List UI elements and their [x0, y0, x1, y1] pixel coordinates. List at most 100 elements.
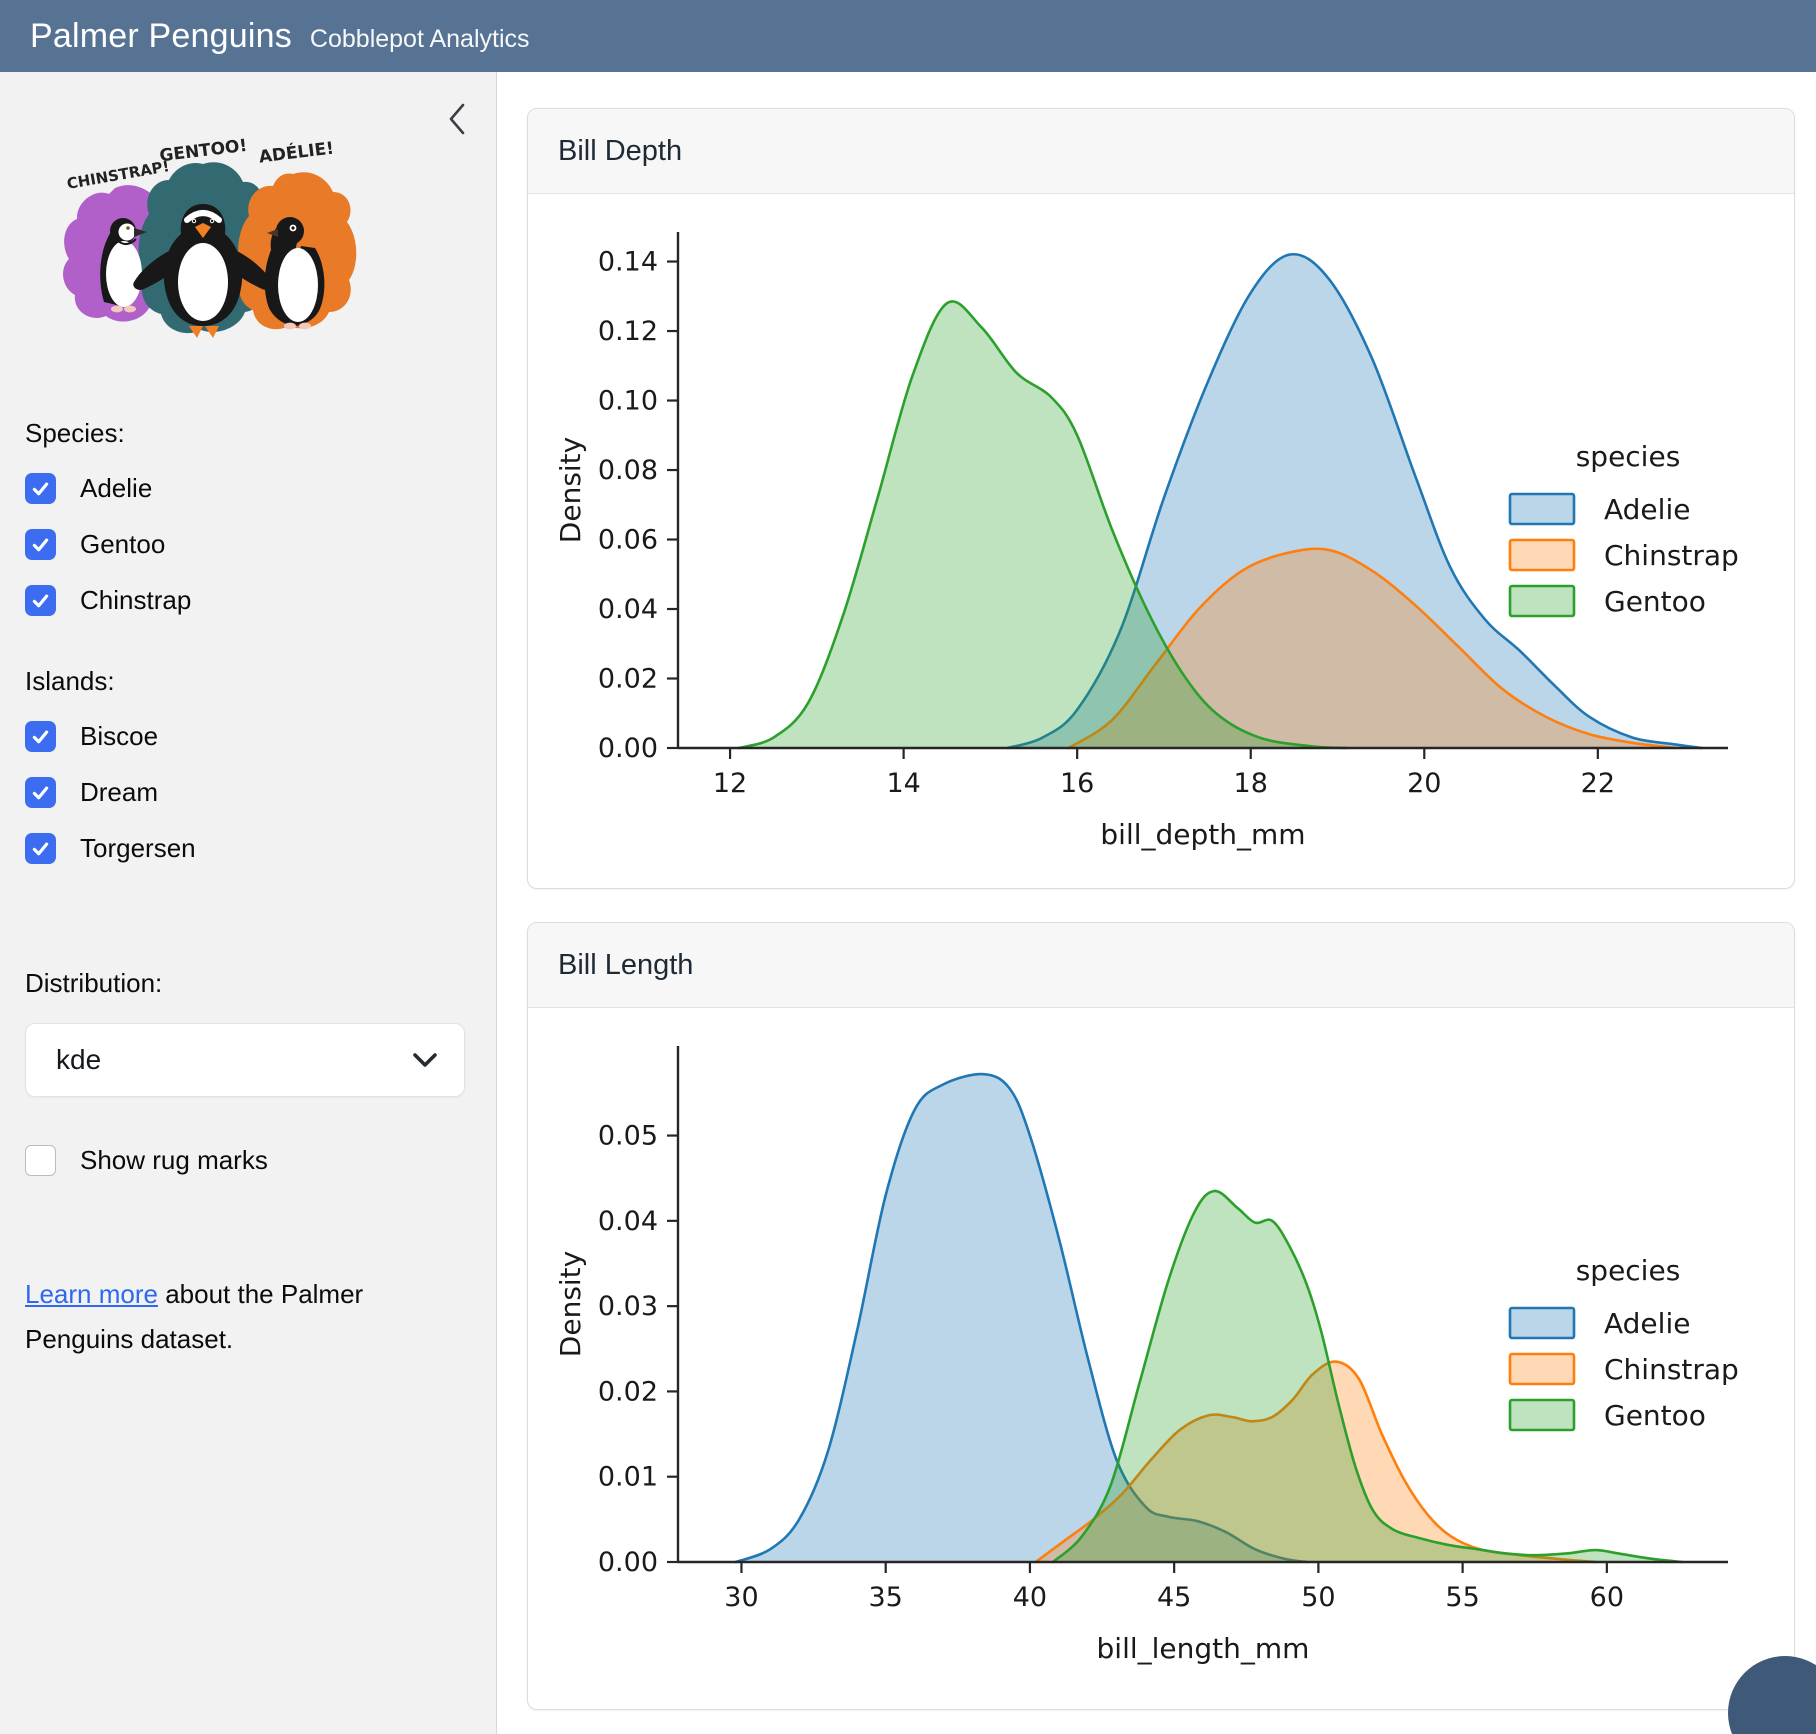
y-tick-label: 0.02	[598, 1376, 658, 1407]
legend-label-gentoo: Gentoo	[1604, 585, 1706, 618]
dream-checkbox[interactable]	[25, 777, 56, 808]
sidebar: CHINSTRAP! GENTOO! ADÉLIE! Species: Adel…	[0, 72, 497, 1734]
legend-label-chinstrap: Chinstrap	[1604, 539, 1739, 572]
check-icon	[30, 726, 51, 747]
y-axis-label: Density	[554, 1251, 587, 1357]
legend-swatch-adelie	[1510, 494, 1574, 524]
checkbox-row-torgersen: Torgersen	[25, 833, 496, 864]
y-tick-label: 0.05	[598, 1121, 658, 1152]
y-tick-label: 0.08	[598, 455, 658, 486]
legend: speciesAdelieChinstrapGentoo	[1510, 440, 1739, 618]
app-header: Palmer Penguins Cobblepot Analytics	[0, 0, 1816, 72]
learn-more-text: Learn more about the Palmer Penguins dat…	[25, 1272, 397, 1362]
y-tick-label: 0.01	[598, 1462, 658, 1493]
x-tick-label: 20	[1407, 768, 1441, 799]
checkbox-row-gentoo: Gentoo	[25, 529, 496, 560]
x-tick-label: 50	[1301, 1582, 1335, 1613]
bill-length-card: Bill Length 303540455055600.000.010.020.…	[527, 922, 1795, 1710]
adelie-checkbox-label: Adelie	[80, 473, 152, 504]
islands-checkbox-group: Biscoe Dream Torgersen	[25, 721, 496, 864]
y-tick-label: 0.02	[598, 664, 658, 695]
x-axis-label: bill_depth_mm	[1100, 818, 1305, 851]
gentoo-splash-label: GENTOO!	[158, 136, 248, 167]
legend-label-chinstrap: Chinstrap	[1604, 1353, 1739, 1386]
y-tick-label: 0.04	[598, 594, 658, 625]
chinstrap-checkbox-label: Chinstrap	[80, 585, 191, 616]
legend-label-gentoo: Gentoo	[1604, 1399, 1706, 1432]
chevron-left-icon	[446, 101, 468, 137]
y-tick-label: 0.10	[598, 386, 658, 417]
distribution-select[interactable]: kde	[25, 1023, 465, 1097]
legend-swatch-gentoo	[1510, 1400, 1574, 1430]
checkbox-row-chinstrap: Chinstrap	[25, 585, 496, 616]
species-group-label: Species:	[25, 418, 496, 449]
legend-title: species	[1576, 440, 1681, 473]
islands-group-label: Islands:	[25, 666, 496, 697]
torgersen-checkbox[interactable]	[25, 833, 56, 864]
x-tick-label: 40	[1013, 1582, 1047, 1613]
show-rug-marks-checkbox[interactable]	[25, 1145, 56, 1176]
app-subtitle: Cobblepot Analytics	[310, 25, 530, 54]
check-icon	[30, 590, 51, 611]
legend-swatch-chinstrap	[1510, 540, 1574, 570]
y-tick-label: 0.06	[598, 525, 658, 556]
biscoe-checkbox-label: Biscoe	[80, 721, 158, 752]
legend-swatch-adelie	[1510, 1308, 1574, 1338]
chevron-down-icon	[412, 1052, 438, 1068]
biscoe-checkbox[interactable]	[25, 721, 56, 752]
penguins-illustration: CHINSTRAP! GENTOO! ADÉLIE!	[31, 128, 371, 368]
checkbox-row-biscoe: Biscoe	[25, 721, 496, 752]
checkbox-row-adelie: Adelie	[25, 473, 496, 504]
distribution-selected-value: kde	[56, 1044, 101, 1076]
chinstrap-checkbox[interactable]	[25, 585, 56, 616]
gentoo-checkbox-label: Gentoo	[80, 529, 165, 560]
bill-length-card-title: Bill Length	[528, 923, 1794, 1008]
check-icon	[30, 782, 51, 803]
bill-length-density-plot: 303540455055600.000.010.020.030.040.05bi…	[528, 1008, 1794, 1702]
x-tick-label: 45	[1157, 1582, 1191, 1613]
y-axis-label: Density	[554, 437, 587, 543]
app-title: Palmer Penguins	[30, 17, 292, 56]
x-tick-label: 14	[886, 768, 920, 799]
x-tick-label: 18	[1234, 768, 1268, 799]
app-window: Palmer Penguins Cobblepot Analytics	[0, 0, 1816, 1734]
x-axis-label: bill_length_mm	[1097, 1632, 1310, 1665]
legend-swatch-gentoo	[1510, 586, 1574, 616]
bill-depth-density-plot: 12 14 16 18 20 22 0.00 0.02 0.04 0.06 0.08 0.10 0.12…	[528, 194, 1794, 888]
distribution-label: Distribution:	[25, 968, 496, 999]
x-tick-label: 12	[713, 768, 747, 799]
x-tick-label: 55	[1445, 1582, 1479, 1613]
check-icon	[30, 478, 51, 499]
bill-depth-card: Bill Depth 12 14 16 18 20 22 0.00 0.02 0.04 0.06 0…	[527, 108, 1795, 889]
y-tick-label: 0.04	[598, 1206, 658, 1237]
y-tick-label: 0.14	[598, 247, 658, 278]
legend: species Adelie Chinstrap Gentoo	[1510, 1254, 1739, 1432]
gentoo-checkbox[interactable]	[25, 529, 56, 560]
dream-checkbox-label: Dream	[80, 777, 158, 808]
adelie-splash-label: ADÉLIE!	[258, 137, 336, 168]
y-tick-label: 0.12	[598, 316, 658, 347]
learn-more-link[interactable]: Learn more	[25, 1279, 158, 1309]
rug-checkbox-label: Show rug marks	[80, 1145, 268, 1176]
sidebar-collapse-button[interactable]	[440, 100, 474, 138]
check-icon	[30, 534, 51, 555]
y-tick-label: 0.00	[598, 1547, 658, 1578]
gentoo-density-area	[1053, 1191, 1682, 1562]
x-tick-label: 22	[1581, 768, 1615, 799]
y-tick-label: 0.03	[598, 1291, 658, 1322]
adelie-checkbox[interactable]	[25, 473, 56, 504]
legend-swatch-chinstrap	[1510, 1354, 1574, 1384]
torgersen-checkbox-label: Torgersen	[80, 833, 196, 864]
main-panel: Bill Depth 12 14 16 18 20 22 0.00 0.02 0.04 0.06 0…	[497, 72, 1816, 1734]
check-icon	[30, 838, 51, 859]
checkbox-row-dream: Dream	[25, 777, 496, 808]
x-tick-label: 35	[869, 1582, 903, 1613]
legend-title: species	[1576, 1254, 1681, 1287]
species-checkbox-group: Adelie Gentoo Chinstrap	[25, 473, 496, 616]
rug-checkbox-row: Show rug marks	[25, 1145, 496, 1176]
x-tick-label: 16	[1060, 768, 1094, 799]
legend-label-adelie: Adelie	[1604, 1307, 1690, 1340]
bill-depth-card-title: Bill Depth	[528, 109, 1794, 194]
x-tick-label: 30	[724, 1582, 758, 1613]
y-tick-label: 0.00	[598, 733, 658, 764]
